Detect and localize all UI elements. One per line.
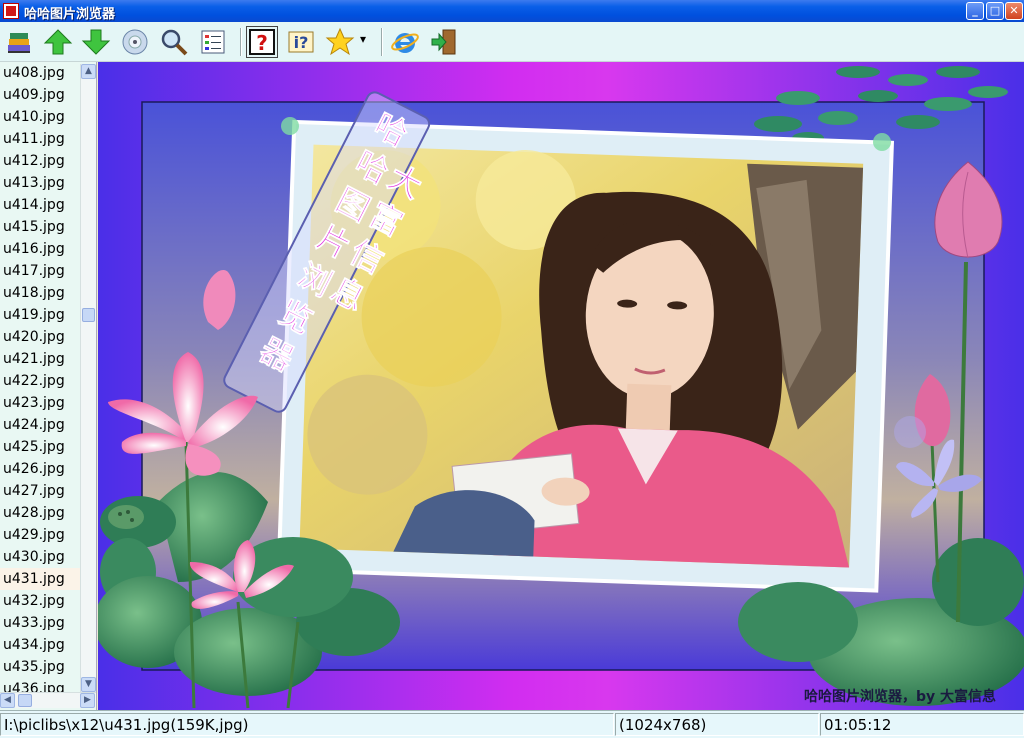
internet-explorer-icon xyxy=(391,33,419,53)
file-list-item[interactable]: u431.jpg xyxy=(0,568,80,590)
toolbar-separator xyxy=(381,28,383,56)
status-dimensions: (1024x768) xyxy=(615,713,819,736)
scroll-up-button[interactable]: ▲ xyxy=(81,64,96,79)
info-button[interactable]: i? xyxy=(285,26,317,58)
file-list-item[interactable]: u424.jpg xyxy=(0,414,80,436)
maximize-button[interactable]: □ xyxy=(986,2,1004,20)
file-list-item[interactable]: u435.jpg xyxy=(0,656,80,678)
web-button[interactable] xyxy=(389,26,421,58)
status-bar: I:\piclibs\x12\u431.jpg(159K,jpg) (1024x… xyxy=(0,710,1024,738)
arrow-down-icon xyxy=(81,29,111,55)
app-icon[interactable] xyxy=(3,3,19,19)
exit-icon xyxy=(431,29,456,55)
disc-button[interactable] xyxy=(119,26,151,58)
horizontal-scroll-thumb[interactable] xyxy=(18,694,32,707)
file-list-item[interactable]: u408.jpg xyxy=(0,62,80,84)
svg-text:?: ? xyxy=(256,31,268,55)
scroll-down-button[interactable]: ▼ xyxy=(81,677,96,692)
magnifier-icon xyxy=(161,29,188,56)
favorite-button[interactable] xyxy=(324,26,356,58)
info-icon: i? xyxy=(288,31,314,53)
dropdown-arrow-icon[interactable]: ▾ xyxy=(360,32,366,46)
file-list-item[interactable]: u417.jpg xyxy=(0,260,80,282)
file-list-item[interactable]: u429.jpg xyxy=(0,524,80,546)
file-list-panel[interactable]: u408.jpg u409.jpg u410.jpg u411.jpg u412.jpg… xyxy=(0,62,97,710)
help-button[interactable]: ? xyxy=(246,26,278,58)
file-list-item[interactable]: u412.jpg xyxy=(0,150,80,172)
arrow-up-icon xyxy=(43,29,73,55)
file-list-item[interactable]: u430.jpg xyxy=(0,546,80,568)
file-list-item[interactable]: u428.jpg xyxy=(0,502,80,524)
vertical-scrollbar[interactable]: ▲ ▼ xyxy=(80,64,96,692)
horizontal-scrollbar[interactable]: ◀ ▶ xyxy=(0,692,96,708)
file-list-item[interactable]: u418.jpg xyxy=(0,282,80,304)
exit-button[interactable] xyxy=(428,26,460,58)
file-list-item[interactable]: u411.jpg xyxy=(0,128,80,150)
disc-icon xyxy=(122,29,148,55)
file-list-item[interactable]: u422.jpg xyxy=(0,370,80,392)
file-list-item[interactable]: u423.jpg xyxy=(0,392,80,414)
help-icon: ? xyxy=(249,29,275,55)
app-window: 哈哈图片浏览器 _ □ ✕ ? i? ▾ u408.jpg u409.jpg u… xyxy=(0,0,1024,738)
status-file-path: I:\piclibs\x12\u431.jpg(159K,jpg) xyxy=(0,713,614,736)
file-list-item[interactable]: u415.jpg xyxy=(0,216,80,238)
books-icon xyxy=(8,33,30,53)
svg-text:i?: i? xyxy=(294,33,309,52)
file-list-item[interactable]: u409.jpg xyxy=(0,84,80,106)
toolbar-separator xyxy=(240,28,242,56)
file-list-item[interactable]: u416.jpg xyxy=(0,238,80,260)
books-button[interactable] xyxy=(3,26,35,58)
file-list-item[interactable]: u434.jpg xyxy=(0,634,80,656)
scroll-left-button[interactable]: ◀ xyxy=(0,693,15,708)
close-button[interactable]: ✕ xyxy=(1005,2,1023,20)
file-list-button[interactable] xyxy=(197,26,229,58)
displayed-image: 哈哈图片浏览器 大富信息 xyxy=(98,66,1024,709)
file-list-item[interactable]: u421.jpg xyxy=(0,348,80,370)
vertical-scroll-thumb[interactable] xyxy=(82,308,95,322)
file-list: u408.jpg u409.jpg u410.jpg u411.jpg u412.jpg… xyxy=(0,62,80,700)
zoom-button[interactable] xyxy=(158,26,190,58)
scroll-right-button[interactable]: ▶ xyxy=(80,693,95,708)
watermark-text: 哈哈图片浏览器，by 大富信息 xyxy=(804,689,997,705)
previous-image-button[interactable] xyxy=(42,26,74,58)
next-image-button[interactable] xyxy=(80,26,112,58)
file-list-item[interactable]: u427.jpg xyxy=(0,480,80,502)
file-list-item[interactable]: u414.jpg xyxy=(0,194,80,216)
file-list-item[interactable]: u426.jpg xyxy=(0,458,80,480)
window-title: 哈哈图片浏览器 xyxy=(24,7,116,22)
checklist-icon xyxy=(201,30,225,54)
star-icon xyxy=(325,27,355,56)
file-list-item[interactable]: u425.jpg xyxy=(0,436,80,458)
file-list-item[interactable]: u410.jpg xyxy=(0,106,80,128)
file-list-item[interactable]: u432.jpg xyxy=(0,590,80,612)
file-list-item[interactable]: u433.jpg xyxy=(0,612,80,634)
file-list-item[interactable]: u413.jpg xyxy=(0,172,80,194)
toolbar: ? i? ▾ xyxy=(0,22,1024,62)
image-viewer[interactable]: 哈哈图片浏览器 大富信息 哈哈图片浏览器，by 大富信息 xyxy=(98,62,1024,710)
file-list-item[interactable]: u419.jpg xyxy=(0,304,80,326)
minimize-button[interactable]: _ xyxy=(966,2,984,20)
title-bar[interactable]: 哈哈图片浏览器 _ □ ✕ xyxy=(0,0,1024,22)
file-list-item[interactable]: u420.jpg xyxy=(0,326,80,348)
status-time: 01:05:12 xyxy=(820,713,1024,736)
